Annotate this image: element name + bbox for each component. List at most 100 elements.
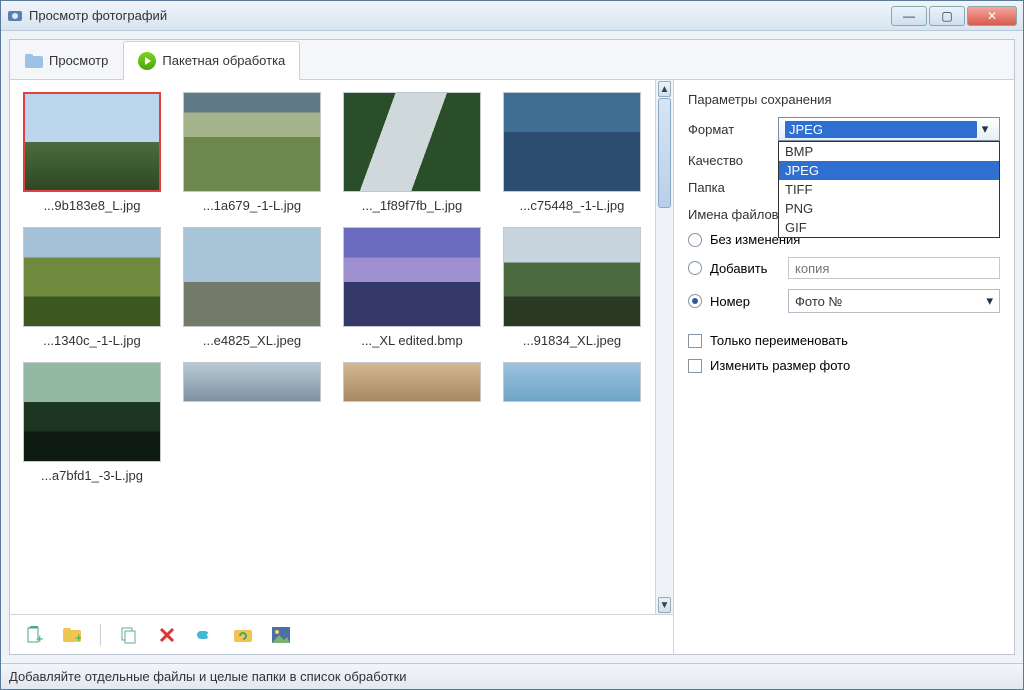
thumbnail-image xyxy=(503,227,641,327)
body: ...9b183e8_L.jpg ...1a679_-1-L.jpg ..._1f8… xyxy=(10,80,1014,654)
resize-checkbox[interactable] xyxy=(688,359,702,373)
format-row: Формат JPEG ▾ BMPJPEGTIFFPNGGIF xyxy=(688,117,1000,141)
app-icon xyxy=(7,8,23,24)
save-params-title: Параметры сохранения xyxy=(688,92,1000,107)
thumbnail-caption: ...a7bfd1_-3-L.jpg xyxy=(41,468,143,483)
tab-batch-label: Пакетная обработка xyxy=(162,53,285,68)
thumbnail-item[interactable]: ...1340c_-1-L.jpg xyxy=(22,227,162,348)
separator xyxy=(100,624,101,646)
chevron-down-icon: ▾ xyxy=(986,293,993,309)
thumbnail-caption: ...91834_XL.jpeg xyxy=(523,333,621,348)
tab-batch[interactable]: Пакетная обработка xyxy=(123,41,300,80)
window-title: Просмотр фотографий xyxy=(29,8,889,23)
folder-label: Папка xyxy=(688,180,768,195)
thumbnail-item[interactable]: ...9b183e8_L.jpg xyxy=(22,92,162,213)
thumbnail-image xyxy=(503,362,641,402)
add-file-icon[interactable]: + xyxy=(24,625,44,645)
titlebar: Просмотр фотографий — ▢ ✕ xyxy=(1,1,1023,31)
close-button[interactable]: ✕ xyxy=(967,6,1017,26)
radio-append-label: Добавить xyxy=(710,261,780,276)
thumbnail-item[interactable]: ...91834_XL.jpeg xyxy=(502,227,642,348)
append-input[interactable] xyxy=(788,257,1000,279)
thumbnail-caption: ...c75448_-1-L.jpg xyxy=(520,198,625,213)
thumbnail-caption: ...9b183e8_L.jpg xyxy=(44,198,141,213)
svg-text:+: + xyxy=(75,630,81,643)
thumbnail-item[interactable]: ...a7bfd1_-3-L.jpg xyxy=(22,362,162,483)
radio-row-number: Номер Фото № ▾ xyxy=(688,289,1000,313)
radio-append[interactable] xyxy=(688,261,702,275)
toolbar: + + xyxy=(10,614,673,654)
tab-view[interactable]: Просмотр xyxy=(10,41,123,80)
thumbnail-image xyxy=(23,227,161,327)
thumbnail-image xyxy=(183,92,321,192)
radio-unchanged[interactable] xyxy=(688,233,702,247)
format-value: JPEG xyxy=(785,121,977,138)
scrollbar[interactable]: ▲ ▼ xyxy=(655,80,673,614)
format-option[interactable]: TIFF xyxy=(779,180,999,199)
tab-view-label: Просмотр xyxy=(49,53,108,68)
format-option[interactable]: PNG xyxy=(779,199,999,218)
thumbnail-caption: ...1a679_-1-L.jpg xyxy=(203,198,301,213)
format-option[interactable]: BMP xyxy=(779,142,999,161)
rename-only-label: Только переименовать xyxy=(710,333,848,348)
play-icon xyxy=(138,52,156,70)
tag-icon[interactable] xyxy=(195,625,215,645)
format-label: Формат xyxy=(688,122,768,137)
thumbnail-item[interactable]: ..._XL edited.bmp xyxy=(342,227,482,348)
content-frame: Просмотр Пакетная обработка ...9b183e8_L… xyxy=(9,39,1015,655)
scroll-down-button[interactable]: ▼ xyxy=(658,597,671,613)
thumbnail-image xyxy=(343,362,481,402)
format-dropdown: BMPJPEGTIFFPNGGIF xyxy=(778,141,1000,238)
number-value: Фото № xyxy=(795,294,842,309)
thumbnail-image xyxy=(183,227,321,327)
right-pane: Параметры сохранения Формат JPEG ▾ BMPJP… xyxy=(674,80,1014,654)
delete-icon[interactable] xyxy=(157,625,177,645)
radio-number[interactable] xyxy=(688,294,702,308)
radio-row-append: Добавить xyxy=(688,257,1000,279)
thumbnail-item[interactable] xyxy=(502,362,642,483)
status-text: Добавляйте отдельные файлы и целые папки… xyxy=(9,669,407,684)
thumbnail-image xyxy=(343,227,481,327)
radio-number-label: Номер xyxy=(710,294,780,309)
thumbs-wrap: ...9b183e8_L.jpg ...1a679_-1-L.jpg ..._1f8… xyxy=(10,80,673,614)
thumbnail-item[interactable]: ...e4825_XL.jpeg xyxy=(182,227,322,348)
minimize-button[interactable]: — xyxy=(891,6,927,26)
scroll-up-button[interactable]: ▲ xyxy=(658,81,671,97)
thumbnail-item[interactable] xyxy=(342,362,482,483)
format-option[interactable]: GIF xyxy=(779,218,999,237)
rename-only-row: Только переименовать xyxy=(688,333,1000,348)
format-combo[interactable]: JPEG ▾ BMPJPEGTIFFPNGGIF xyxy=(778,117,1000,141)
tab-bar: Просмотр Пакетная обработка xyxy=(10,40,1014,80)
thumbnail-item[interactable]: ..._1f89f7fb_L.jpg xyxy=(342,92,482,213)
left-pane: ...9b183e8_L.jpg ...1a679_-1-L.jpg ..._1f8… xyxy=(10,80,674,654)
thumbnail-image xyxy=(503,92,641,192)
scroll-track[interactable] xyxy=(658,98,671,596)
refresh-folder-icon[interactable] xyxy=(233,625,253,645)
number-combo[interactable]: Фото № ▾ xyxy=(788,289,1000,313)
chevron-down-icon: ▾ xyxy=(977,118,993,140)
window-frame: Просмотр фотографий — ▢ ✕ Просмотр Пакет… xyxy=(0,0,1024,690)
thumbnail-item[interactable] xyxy=(182,362,322,483)
format-option[interactable]: JPEG xyxy=(779,161,999,180)
image-icon[interactable] xyxy=(271,625,291,645)
thumbnail-caption: ...e4825_XL.jpeg xyxy=(203,333,301,348)
thumbnail-image xyxy=(343,92,481,192)
quality-label: Качество xyxy=(688,153,768,168)
thumbnail-caption: ..._XL edited.bmp xyxy=(361,333,462,348)
thumbnail-image xyxy=(23,92,161,192)
resize-row: Изменить размер фото xyxy=(688,358,1000,373)
window-controls: — ▢ ✕ xyxy=(889,6,1017,26)
scroll-thumb[interactable] xyxy=(658,98,671,208)
folder-icon xyxy=(25,52,43,70)
maximize-button[interactable]: ▢ xyxy=(929,6,965,26)
thumbnail-item[interactable]: ...c75448_-1-L.jpg xyxy=(502,92,642,213)
thumbnail-image xyxy=(183,362,321,402)
resize-label: Изменить размер фото xyxy=(710,358,850,373)
thumbnail-image xyxy=(23,362,161,462)
svg-text:+: + xyxy=(36,631,43,644)
thumbnail-item[interactable]: ...1a679_-1-L.jpg xyxy=(182,92,322,213)
thumbnail-grid: ...9b183e8_L.jpg ...1a679_-1-L.jpg ..._1f8… xyxy=(10,80,655,614)
copy-icon[interactable] xyxy=(119,625,139,645)
add-folder-icon[interactable]: + xyxy=(62,625,82,645)
rename-only-checkbox[interactable] xyxy=(688,334,702,348)
